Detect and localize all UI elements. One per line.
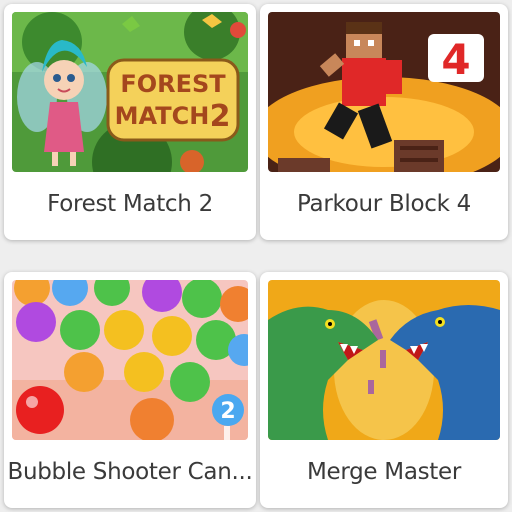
game-title-merge-master[interactable]: Merge Master xyxy=(260,436,508,508)
game-title-bubble-shooter[interactable]: Bubble Shooter Can... xyxy=(4,436,256,508)
game-card-bubble-shooter[interactable]: 2 Bubble Shooter Can... xyxy=(4,272,256,508)
level-number-text: 2 xyxy=(220,399,235,424)
bubble-shooter-artwork: 2 xyxy=(12,280,248,440)
game-thumbnail-bubble-shooter[interactable]: 2 xyxy=(12,280,248,440)
game-thumbnail-forest-match-2[interactable]: FOREST MATCH 2 xyxy=(12,12,248,172)
game-title-forest-match-2[interactable]: Forest Match 2 xyxy=(4,168,256,240)
game-thumbnail-merge-master[interactable] xyxy=(268,280,500,440)
merge-master-artwork xyxy=(268,280,500,440)
level-number-text: 4 xyxy=(441,35,470,84)
logo-match-text: MATCH xyxy=(115,102,210,130)
game-card-merge-master[interactable]: Merge Master xyxy=(260,272,508,508)
game-thumbnail-parkour-block-4[interactable]: 4 xyxy=(268,12,500,172)
parkour-block-artwork: 4 xyxy=(268,12,500,172)
logo-forest-text: FOREST xyxy=(120,70,226,98)
game-title-parkour-block-4[interactable]: Parkour Block 4 xyxy=(260,168,508,240)
game-card-forest-match-2[interactable]: FOREST MATCH 2 Forest Match 2 xyxy=(4,4,256,240)
logo-number-text: 2 xyxy=(210,99,231,134)
forest-match-artwork: FOREST MATCH 2 xyxy=(12,12,248,172)
game-card-parkour-block-4[interactable]: 4 Parkour Block 4 xyxy=(260,4,508,240)
